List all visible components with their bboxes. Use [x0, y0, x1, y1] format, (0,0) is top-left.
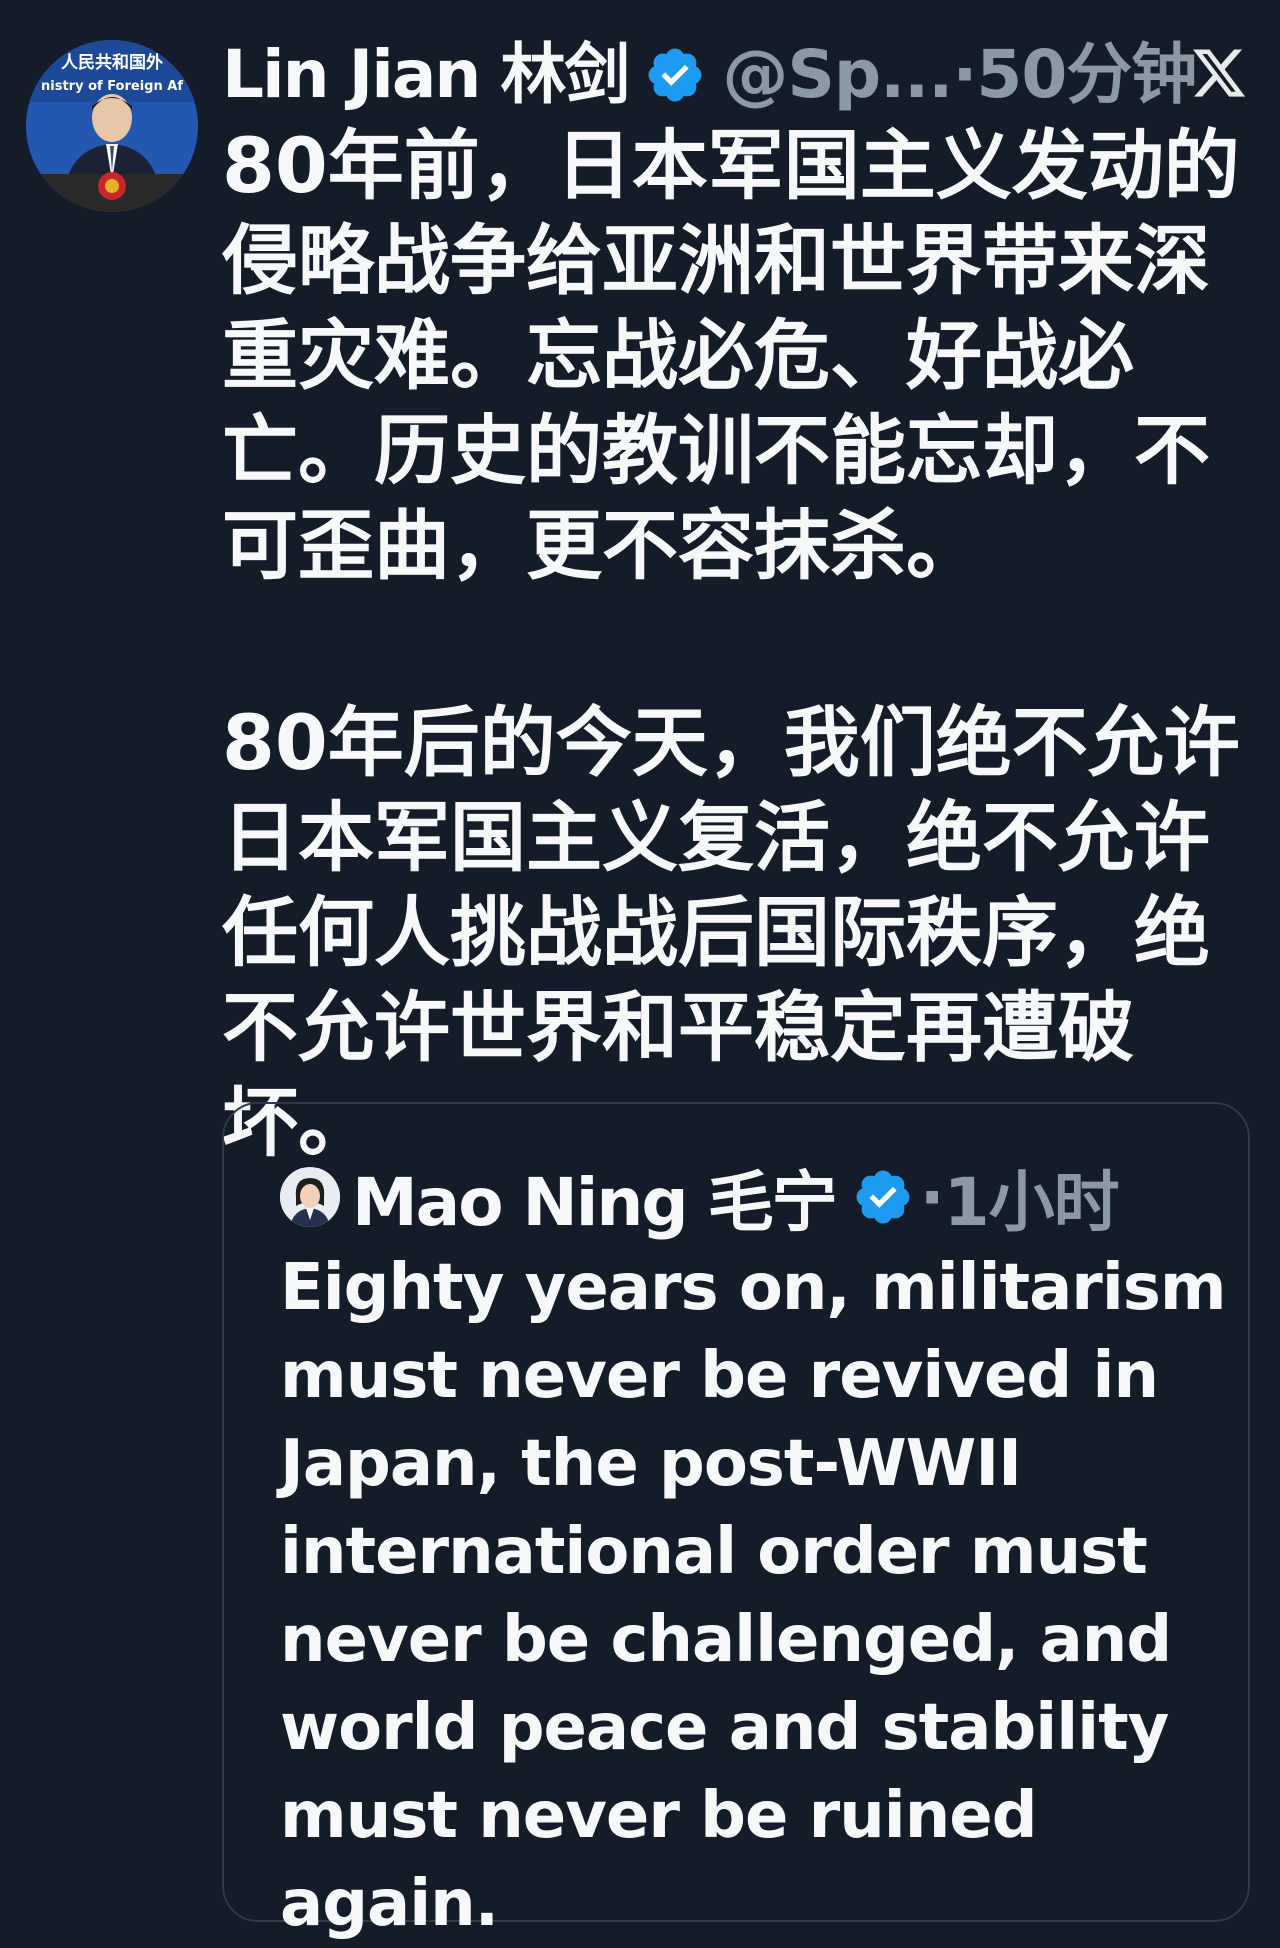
- tweet-body: 80年前，日本军国主义发动的侵略战争给亚洲和世界带来深重灾难。忘战必危、好战必亡…: [222, 118, 1262, 593]
- author-name[interactable]: Lin Jian 林剑: [222, 30, 630, 120]
- x-logo-icon[interactable]: [1190, 44, 1248, 102]
- avatar-banner-top: 人民共和国外: [61, 52, 163, 73]
- quoted-header-separator: ·: [919, 1158, 945, 1236]
- quoted-avatar-image: [280, 1168, 340, 1227]
- author-handle[interactable]: @Sp...: [722, 30, 953, 120]
- quoted-tweet-body: Eighty years on, militarism must never b…: [280, 1251, 1227, 1941]
- verified-badge-icon: [648, 48, 702, 102]
- quoted-tweet-timestamp[interactable]: 1小时: [944, 1149, 1120, 1245]
- avatar-image: 人民共和国外 nistry of Foreign Af: [26, 40, 198, 212]
- author-avatar[interactable]: 人民共和国外 nistry of Foreign Af: [26, 40, 198, 212]
- tweet-paragraph: 80年后的今天，我们绝不允许日本军国主义复活，绝不允许任何人挑战战后国际秩序，绝…: [222, 698, 1240, 1167]
- tweet-paragraph: 80年前，日本军国主义发动的侵略战争给亚洲和世界带来深重灾难。忘战必危、好战必亡…: [222, 121, 1240, 590]
- quoted-tweet-header: Mao Ning 毛宁 · 1小时: [280, 1149, 1120, 1245]
- quoted-author-avatar[interactable]: [280, 1167, 340, 1227]
- quoted-tweet-card[interactable]: Mao Ning 毛宁 · 1小时 Eighty years on, milit…: [222, 1102, 1250, 1941]
- tweet-timestamp[interactable]: 50分钟: [976, 30, 1197, 120]
- avatar-banner-bottom: nistry of Foreign Af: [41, 79, 183, 94]
- quoted-author-name[interactable]: Mao Ning 毛宁: [352, 1149, 838, 1245]
- tweet-header: Lin Jian 林剑 @Sp... · 50分钟: [222, 30, 1262, 120]
- verified-badge-icon: [856, 1170, 910, 1224]
- header-separator: ·: [952, 36, 977, 113]
